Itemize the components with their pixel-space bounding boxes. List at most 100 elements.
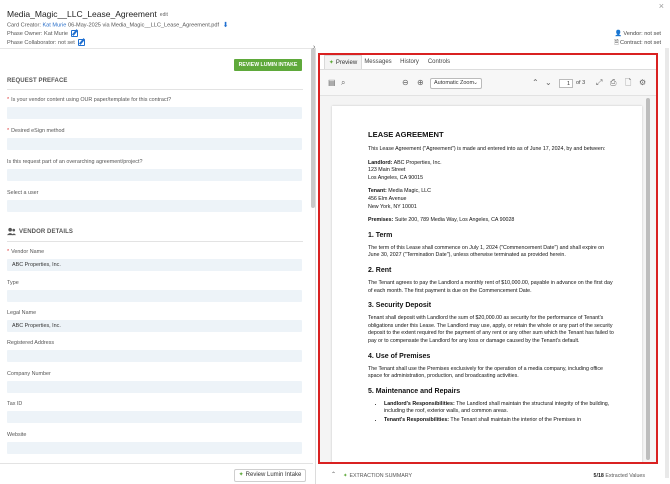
phase-collaborator-text: Phase Collaborator: not set [7, 39, 75, 46]
document-body: LEASE AGREEMENT This Lease Agreement ("A… [368, 130, 614, 425]
tenant-block: Tenant: Media Magic, LLC 456 Elm Avenue … [368, 188, 614, 211]
card-creator-link[interactable]: Kat Murie [42, 22, 66, 28]
premises-label: Premises: [368, 217, 394, 224]
left-footer: ✦ Review Lumin Intake [0, 463, 313, 484]
landlord-label: Landlord: [368, 159, 393, 166]
app-root: Media_Magic__LLC_Lease_Agreement edit × C… [0, 0, 670, 484]
next-page-icon[interactable]: ⌄ [545, 78, 552, 87]
section-use-body: The Tenant shall use the Premises exclus… [368, 365, 603, 380]
field-label-overarching: Is this request part of an overarching a… [7, 159, 143, 165]
tab-history[interactable]: History [396, 55, 423, 69]
download-icon[interactable]: ⬇ [223, 21, 229, 29]
sparkle-icon: ✦ [238, 472, 244, 478]
premises-value: Suite 200, 789 Media Way, Los Angeles, C… [394, 217, 515, 224]
field-label-registered-address: Registered Address [7, 340, 55, 346]
landlord-address-1: 123 Main Street [368, 167, 406, 174]
field-label-select-user: Select a user [7, 190, 39, 196]
website-field[interactable] [7, 442, 302, 454]
card-creator-line: Card Creator: Kat Murie 06-May-2025 via … [7, 21, 229, 29]
tenant-responsibilities-label: Tenant's Responsibilities: [384, 416, 450, 423]
review-lumin-intake-footer-button[interactable]: ✦ Review Lumin Intake [234, 469, 306, 482]
page-scrollbar[interactable] [665, 48, 669, 478]
landlord-address-2: Los Angeles, CA 90015 [368, 174, 424, 181]
card-title: Media_Magic__LLC_Lease_Agreement edit [7, 9, 168, 19]
field-label-text: Vendor Name [11, 249, 45, 255]
edit-phase-owner-icon[interactable] [70, 30, 78, 37]
document-tabs: ✦ Preview Messages History Controls [320, 55, 657, 69]
review-lumin-intake-footer-label: Review Lumin Intake [245, 472, 302, 478]
zoom-select[interactable]: Automatic Zoom ⌄ [430, 78, 482, 89]
list-item: Landlord's Responsibilities: The Landlor… [384, 401, 614, 416]
user-icon: 👤 [614, 31, 623, 37]
select-user-input[interactable] [7, 200, 302, 212]
landlord-block: Landlord: ABC Properties, Inc. 123 Main … [368, 160, 614, 183]
tenant-line: Tenant: Media Magic, LLC [368, 188, 614, 196]
tab-preview[interactable]: ✦ Preview [324, 55, 362, 69]
edit-title-tag[interactable]: edit [160, 12, 168, 18]
tab-messages[interactable]: Messages [362, 55, 394, 69]
section-deposit-title: 3. Security Deposit [368, 302, 432, 310]
premises-line: Premises: Suite 200, 789 Media Way, Los … [368, 217, 614, 225]
tax-id-field[interactable] [7, 411, 302, 423]
zoom-in-icon[interactable]: ⊕ [417, 78, 424, 87]
page-number-input[interactable]: 1 [559, 79, 573, 88]
extracted-label: Extracted Values [605, 473, 645, 479]
chevron-up-icon[interactable]: ⌃ [331, 471, 336, 478]
registered-address-field[interactable] [7, 350, 302, 362]
tab-preview-label: Preview [335, 60, 358, 66]
vendor-status-text: Vendor: not set [623, 31, 661, 37]
print-icon[interactable]: ⎙ [610, 78, 616, 87]
vendor-users-icon [7, 227, 16, 236]
extraction-summary-label: EXTRACTION SUMMARY [349, 473, 413, 479]
section-divider [7, 89, 303, 90]
sidebar-toggle-icon[interactable]: ▤ [328, 78, 336, 87]
chevron-right-icon[interactable]: › [313, 44, 315, 51]
landlord-line: Landlord: ABC Properties, Inc. [368, 160, 614, 168]
gear-icon[interactable]: ⚙ [639, 78, 646, 87]
pdf-scrollbar[interactable] [646, 98, 650, 460]
section-maintenance-title: 5. Maintenance and Repairs [368, 387, 461, 395]
vendor-name-field[interactable]: ABC Properties, Inc. [7, 259, 302, 271]
close-icon[interactable]: × [659, 1, 664, 11]
vendor-status[interactable]: 👤Vendor: not set [615, 30, 661, 37]
extraction-summary-toggle[interactable]: ✦ EXTRACTION SUMMARY [343, 473, 412, 479]
vendor-details-title: VENDOR DETAILS [19, 229, 73, 235]
esign-method-select[interactable] [7, 138, 302, 150]
field-label-company-number: Company Number [7, 371, 51, 377]
vendor-type-field[interactable] [7, 290, 302, 302]
edit-phase-collaborator-icon[interactable] [77, 39, 85, 46]
phase-owner-line: Phase Owner: Kat Murie [7, 30, 78, 37]
contract-status[interactable]: 🗎Contract: not set [614, 38, 661, 48]
extracted-values-count: 5/18 Extracted Values [594, 473, 645, 479]
field-label-esign: * Desired eSign method [7, 128, 64, 134]
tab-controls[interactable]: Controls [425, 55, 453, 69]
overarching-agreement-select[interactable] [7, 169, 302, 181]
section-use-title: 4. Use of Premises [368, 352, 431, 360]
field-label-legal-name: Legal Name [7, 310, 37, 316]
panel-divider[interactable] [315, 48, 316, 484]
pdf-toolbar: ▤ ⌕ ⊖ ⊕ Automatic Zoom ⌄ ⌃ ⌄ 1 of 3 ⤢ ⎙ 🗋… [320, 70, 656, 96]
field-label-text: Desired eSign method [11, 128, 65, 134]
review-lumin-intake-button[interactable]: REVIEW LUMIN INTAKE [234, 59, 302, 71]
card-creator-label: Card Creator: [7, 22, 41, 29]
tenant-responsibilities-body: The Tenant shall maintain the interior o… [450, 416, 582, 423]
landlord-name: ABC Properties, Inc. [393, 159, 442, 166]
search-icon[interactable]: ⌕ [341, 78, 345, 87]
zoom-out-icon[interactable]: ⊖ [402, 78, 409, 87]
tenant-address-2: New York, NY 10001 [368, 203, 417, 210]
sparkle-icon: ✦ [328, 60, 334, 66]
field-label-tax-id: Tax ID [7, 401, 23, 407]
save-icon[interactable]: 🗋 [625, 78, 631, 87]
chevron-down-icon: ⌄ [472, 80, 478, 86]
phase-collaborator-line: Phase Collaborator: not set [7, 39, 85, 46]
company-number-field[interactable] [7, 381, 302, 393]
field-label-type: Type [7, 280, 19, 286]
vendor-paper-select[interactable] [7, 107, 302, 119]
previous-page-icon[interactable]: ⌃ [532, 78, 539, 87]
sparkle-icon: ✦ [343, 473, 348, 479]
contract-status-text: Contract: not set [619, 40, 661, 46]
phase-owner-text: Phase Owner: Kat Murie [7, 30, 68, 37]
legal-name-field[interactable]: ABC Properties, Inc. [7, 320, 302, 332]
extraction-summary-bar: ⌃ ✦ EXTRACTION SUMMARY 5/18 Extracted Val… [318, 465, 658, 484]
fullscreen-icon[interactable]: ⤢ [596, 78, 602, 87]
